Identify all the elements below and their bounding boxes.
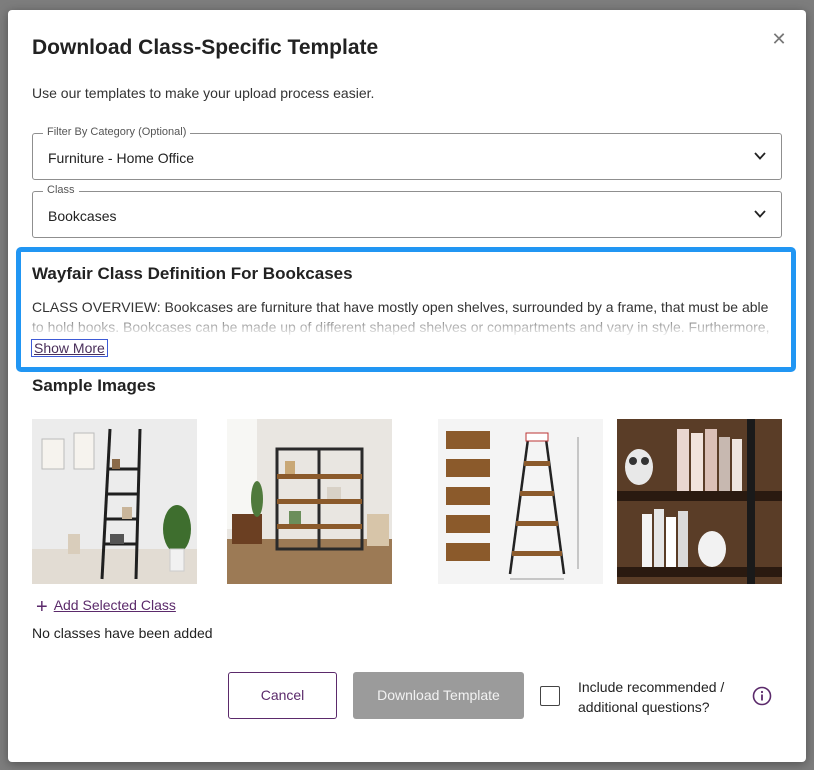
filter-category-select[interactable]: Filter By Category (Optional) Furniture … (32, 126, 782, 180)
class-legend: Class (43, 184, 79, 196)
cancel-button[interactable]: Cancel (228, 672, 337, 719)
definition-text-container: CLASS OVERVIEW: Bookcases are furniture … (32, 297, 772, 337)
filter-category-legend: Filter By Category (Optional) (43, 126, 191, 138)
class-select[interactable]: Class Bookcases (32, 184, 782, 238)
chevron-down-icon (754, 210, 766, 218)
show-more-link[interactable]: Show More (31, 339, 108, 357)
download-template-modal: Download Class-Specific Template ✕ Use o… (8, 10, 806, 762)
modal-title: Download Class-Specific Template (32, 36, 379, 59)
close-icon[interactable]: ✕ (768, 28, 790, 50)
plus-icon: + (36, 596, 48, 618)
filter-category-value: Furniture - Home Office (48, 150, 195, 166)
info-icon[interactable] (752, 686, 772, 706)
class-definition-box: Wayfair Class Definition For Bookcases C… (16, 247, 796, 372)
sample-image-bookcase-closeup (617, 419, 782, 584)
add-selected-class-label: Add Selected Class (53, 597, 176, 613)
download-template-button[interactable]: Download Template (353, 672, 524, 719)
modal-subtitle: Use our templates to make your upload pr… (32, 85, 375, 101)
definition-title: Wayfair Class Definition For Bookcases (32, 264, 353, 283)
include-questions-checkbox[interactable] (540, 686, 560, 706)
sample-images-heading: Sample Images (32, 376, 156, 395)
no-classes-text: No classes have been added (32, 625, 213, 641)
definition-text: CLASS OVERVIEW: Bookcases are furniture … (32, 299, 770, 335)
include-questions-label: Include recommended / additional questio… (578, 679, 725, 715)
class-value: Bookcases (48, 208, 117, 224)
sample-image-ladder-bookcase (32, 419, 197, 584)
sample-image-etagere-bookcase (227, 419, 392, 584)
add-selected-class-link[interactable]: + Add Selected Class (36, 596, 176, 619)
chevron-down-icon (754, 152, 766, 160)
sample-image-dimension-diagram (438, 419, 603, 584)
